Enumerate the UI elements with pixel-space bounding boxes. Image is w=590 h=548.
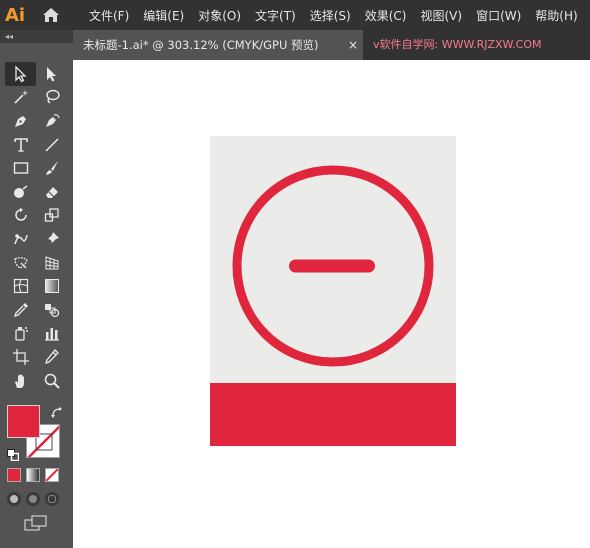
type-tool[interactable] — [5, 133, 36, 157]
pin-tool[interactable] — [36, 227, 67, 251]
menu-bar: Ai 文件(F) 编辑(E) 对象(O) 文字(T) 选择(S) 效果(C) 视… — [0, 0, 590, 30]
menu-view[interactable]: 视图(V) — [413, 7, 469, 24]
home-icon[interactable] — [36, 0, 66, 30]
draw-behind-icon[interactable] — [26, 492, 40, 506]
eraser-tool[interactable] — [36, 180, 67, 204]
menu-help[interactable]: 帮助(H) — [528, 7, 584, 24]
color-mode-button[interactable] — [7, 468, 21, 482]
menu-type[interactable]: 文字(T) — [248, 7, 303, 24]
menu-effect[interactable]: 效果(C) — [358, 7, 414, 24]
paintbrush-tool[interactable] — [36, 156, 67, 180]
close-tab-icon[interactable]: × — [345, 30, 361, 60]
canvas[interactable] — [73, 60, 590, 548]
selection-tool[interactable] — [5, 62, 36, 86]
tools-panel: ◂◂ — [0, 30, 73, 548]
gradient-mode-button[interactable] — [26, 468, 40, 482]
color-mode-row — [7, 468, 59, 482]
artboard[interactable] — [210, 136, 456, 446]
pen-tool[interactable] — [5, 109, 36, 133]
line-segment-tool[interactable] — [36, 133, 67, 157]
hand-tool[interactable] — [5, 369, 36, 393]
zoom-tool[interactable] — [36, 369, 67, 393]
tool-grid — [5, 62, 67, 392]
shaper-tool[interactable] — [5, 180, 36, 204]
collapse-panel-button[interactable]: ◂◂ — [0, 30, 73, 43]
lasso-tool[interactable] — [36, 86, 67, 110]
menu-window[interactable]: 窗口(W) — [469, 7, 528, 24]
main-menu: 文件(F) 编辑(E) 对象(O) 文字(T) 选择(S) 效果(C) 视图(V… — [82, 7, 585, 24]
symbol-sprayer-tool[interactable] — [5, 322, 36, 346]
menu-select[interactable]: 选择(S) — [303, 7, 358, 24]
column-graph-tool[interactable] — [36, 322, 67, 346]
draw-inside-icon[interactable] — [45, 492, 59, 506]
scale-tool[interactable] — [36, 204, 67, 228]
document-tab-title: 未标题-1.ai* @ 303.12% (CMYK/GPU 预览) — [83, 38, 319, 52]
minus-circle-icon[interactable] — [210, 136, 456, 383]
screen-mode-icon[interactable] — [24, 515, 48, 535]
direct-selection-tool[interactable] — [36, 62, 67, 86]
app-logo: Ai — [4, 4, 26, 26]
draw-mode-row — [7, 492, 59, 506]
slice-tool[interactable] — [36, 345, 67, 369]
mesh-tool[interactable] — [5, 274, 36, 298]
puppet-warp-tool[interactable] — [5, 227, 36, 251]
document-tab[interactable]: 未标题-1.ai* @ 303.12% (CMYK/GPU 预览) × — [73, 30, 363, 60]
blend-tool[interactable] — [36, 298, 67, 322]
perspective-grid-tool[interactable] — [36, 251, 67, 275]
document-tab-bar: 未标题-1.ai* @ 303.12% (CMYK/GPU 预览) × v软件自… — [73, 30, 590, 60]
eyedropper-tool[interactable] — [5, 298, 36, 322]
magic-wand-tool[interactable] — [5, 86, 36, 110]
draw-normal-icon[interactable] — [7, 492, 21, 506]
default-fill-stroke-icon[interactable] — [7, 446, 20, 465]
menu-edit[interactable]: 编辑(E) — [136, 7, 191, 24]
watermark-text: v软件自学网: WWW.RJZXW.COM — [373, 38, 542, 51]
rotate-tool[interactable] — [5, 204, 36, 228]
red-band-shape[interactable] — [210, 383, 456, 446]
artboard-tool[interactable] — [5, 345, 36, 369]
fill-color-swatch[interactable] — [7, 405, 40, 438]
curvature-tool[interactable] — [36, 109, 67, 133]
menu-object[interactable]: 对象(O) — [191, 7, 248, 24]
menu-file[interactable]: 文件(F) — [82, 7, 136, 24]
none-mode-button[interactable] — [45, 468, 59, 482]
rectangle-tool[interactable] — [5, 156, 36, 180]
swap-fill-stroke-icon[interactable] — [50, 405, 64, 424]
gradient-tool[interactable] — [36, 274, 67, 298]
free-transform-tool[interactable] — [5, 251, 36, 275]
